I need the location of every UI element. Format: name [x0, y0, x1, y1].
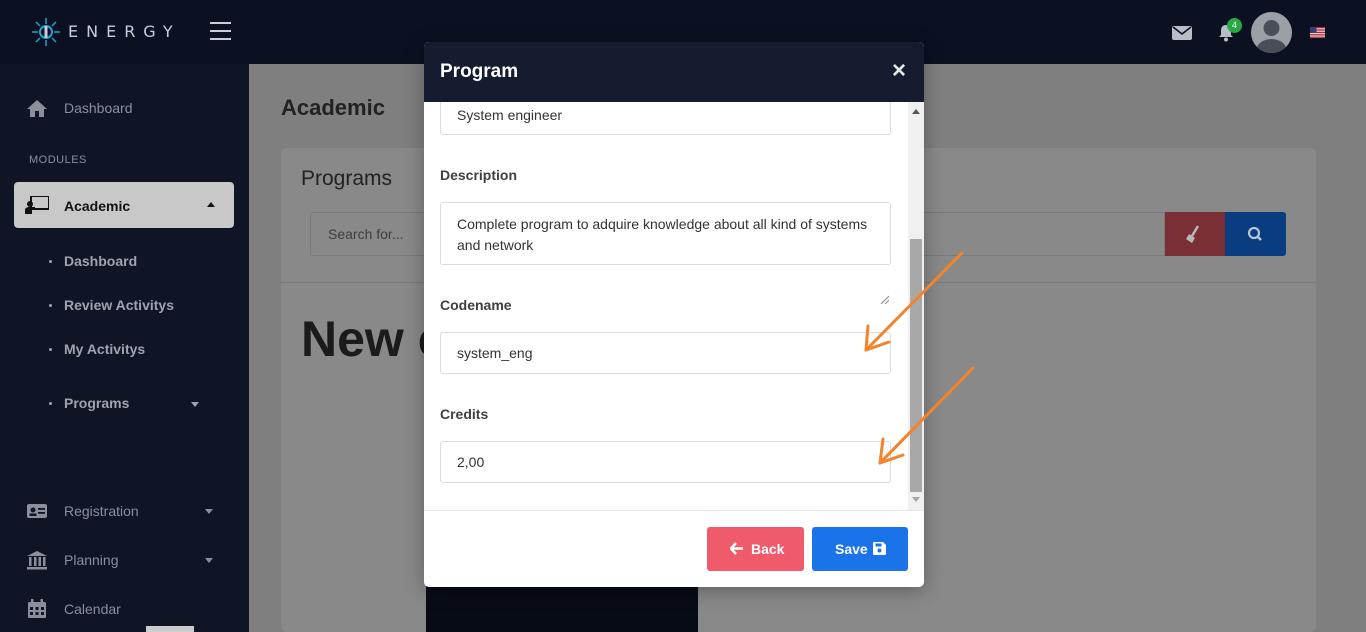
modal-title: Program	[440, 61, 519, 82]
sidebar-subitem-label: Dashboard	[64, 253, 138, 269]
sidebar-subitem-my-activitys[interactable]: My Activitys	[0, 335, 249, 365]
bullet-icon	[49, 348, 52, 351]
menu-toggle-icon[interactable]	[210, 22, 231, 40]
clear-search-button[interactable]	[1165, 212, 1225, 256]
calendar-icon	[28, 599, 46, 618]
sidebar-subitem-programs[interactable]: Programs	[0, 389, 249, 419]
sidebar-item-label: Registration	[64, 503, 139, 519]
sidebar-item-label: Academic	[64, 198, 131, 214]
modal-header: Program ×	[424, 42, 924, 102]
card-title: Programs	[301, 167, 393, 190]
broom-icon	[1186, 225, 1200, 243]
codename-input[interactable]	[440, 332, 891, 374]
sidebar-item-planning[interactable]: Planning	[0, 538, 249, 582]
back-button-label: Back	[751, 541, 785, 557]
save-button-label: Save	[835, 541, 868, 557]
sidebar-subitem-label: Programs	[64, 395, 130, 411]
modal-footer-divider	[424, 510, 924, 511]
notification-badge: 4	[1227, 18, 1242, 33]
scroll-down-arrow-icon[interactable]	[912, 497, 920, 502]
us-flag-icon[interactable]	[1310, 27, 1325, 38]
sidebar-item-label: Dashboard	[64, 100, 133, 116]
search-button[interactable]	[1225, 212, 1286, 256]
institution-icon	[27, 551, 47, 570]
scroll-up-arrow-icon[interactable]	[912, 109, 920, 114]
app-logo-text: ENERGY	[68, 22, 181, 41]
home-icon	[27, 100, 47, 117]
sidebar-subitem-dashboard[interactable]: Dashboard	[0, 247, 249, 277]
floppy-disk-icon	[873, 542, 886, 555]
credits-label: Credits	[440, 406, 489, 422]
scrollbar-thumb[interactable]	[910, 239, 922, 492]
description-textarea[interactable]: Complete program to adquire knowledge ab…	[440, 202, 891, 265]
resize-handle-icon[interactable]	[880, 295, 889, 304]
search-icon	[1247, 226, 1262, 241]
sidebar-item-academic[interactable]: Academic	[14, 182, 234, 228]
modal-body[interactable]: Description Complete program to adquire …	[424, 102, 924, 510]
description-label: Description	[440, 167, 518, 183]
id-card-icon	[27, 504, 47, 518]
sidebar-item-dashboard[interactable]: Dashboard	[0, 86, 249, 130]
user-silhouette-icon	[1256, 20, 1287, 53]
credits-input[interactable]	[440, 441, 891, 483]
sidebar-subitem-review-activitys[interactable]: Review Activitys	[0, 291, 249, 321]
modal-scrollbar[interactable]	[908, 102, 924, 510]
caret-down-icon	[205, 509, 213, 514]
bullet-icon	[49, 402, 52, 405]
page-title: Academic	[281, 95, 385, 120]
bullet-icon	[49, 304, 52, 307]
caret-up-icon	[207, 202, 215, 207]
program-name-input[interactable]	[440, 102, 891, 135]
back-button[interactable]: Back	[707, 527, 804, 571]
sidebar-item-registration[interactable]: Registration	[0, 489, 249, 533]
background-panel	[426, 586, 698, 632]
close-icon[interactable]: ×	[892, 59, 906, 83]
sidebar-item-label: Planning	[64, 552, 119, 568]
bottom-tab-indicator	[146, 626, 194, 632]
save-button[interactable]: Save	[812, 527, 908, 571]
modules-section-label: MODULES	[29, 154, 87, 166]
sidebar-item-calendar[interactable]: Calendar	[0, 587, 249, 631]
sidebar-subitem-label: Review Activitys	[64, 297, 174, 313]
sidebar: Dashboard MODULES Academic Dashboard Rev…	[0, 64, 249, 632]
sidebar-item-label: Calendar	[64, 601, 121, 617]
bullet-icon	[49, 260, 52, 263]
energy-logo-icon[interactable]	[30, 16, 62, 48]
caret-down-icon	[191, 402, 199, 407]
mail-icon[interactable]	[1172, 26, 1192, 40]
arrow-left-icon	[730, 542, 743, 555]
codename-label: Codename	[440, 297, 512, 313]
user-avatar[interactable]	[1251, 12, 1292, 53]
caret-down-icon	[205, 558, 213, 563]
teacher-board-icon	[25, 196, 49, 214]
sidebar-subitem-label: My Activitys	[64, 341, 146, 357]
program-modal: Program × Description Complete program t…	[424, 42, 924, 587]
